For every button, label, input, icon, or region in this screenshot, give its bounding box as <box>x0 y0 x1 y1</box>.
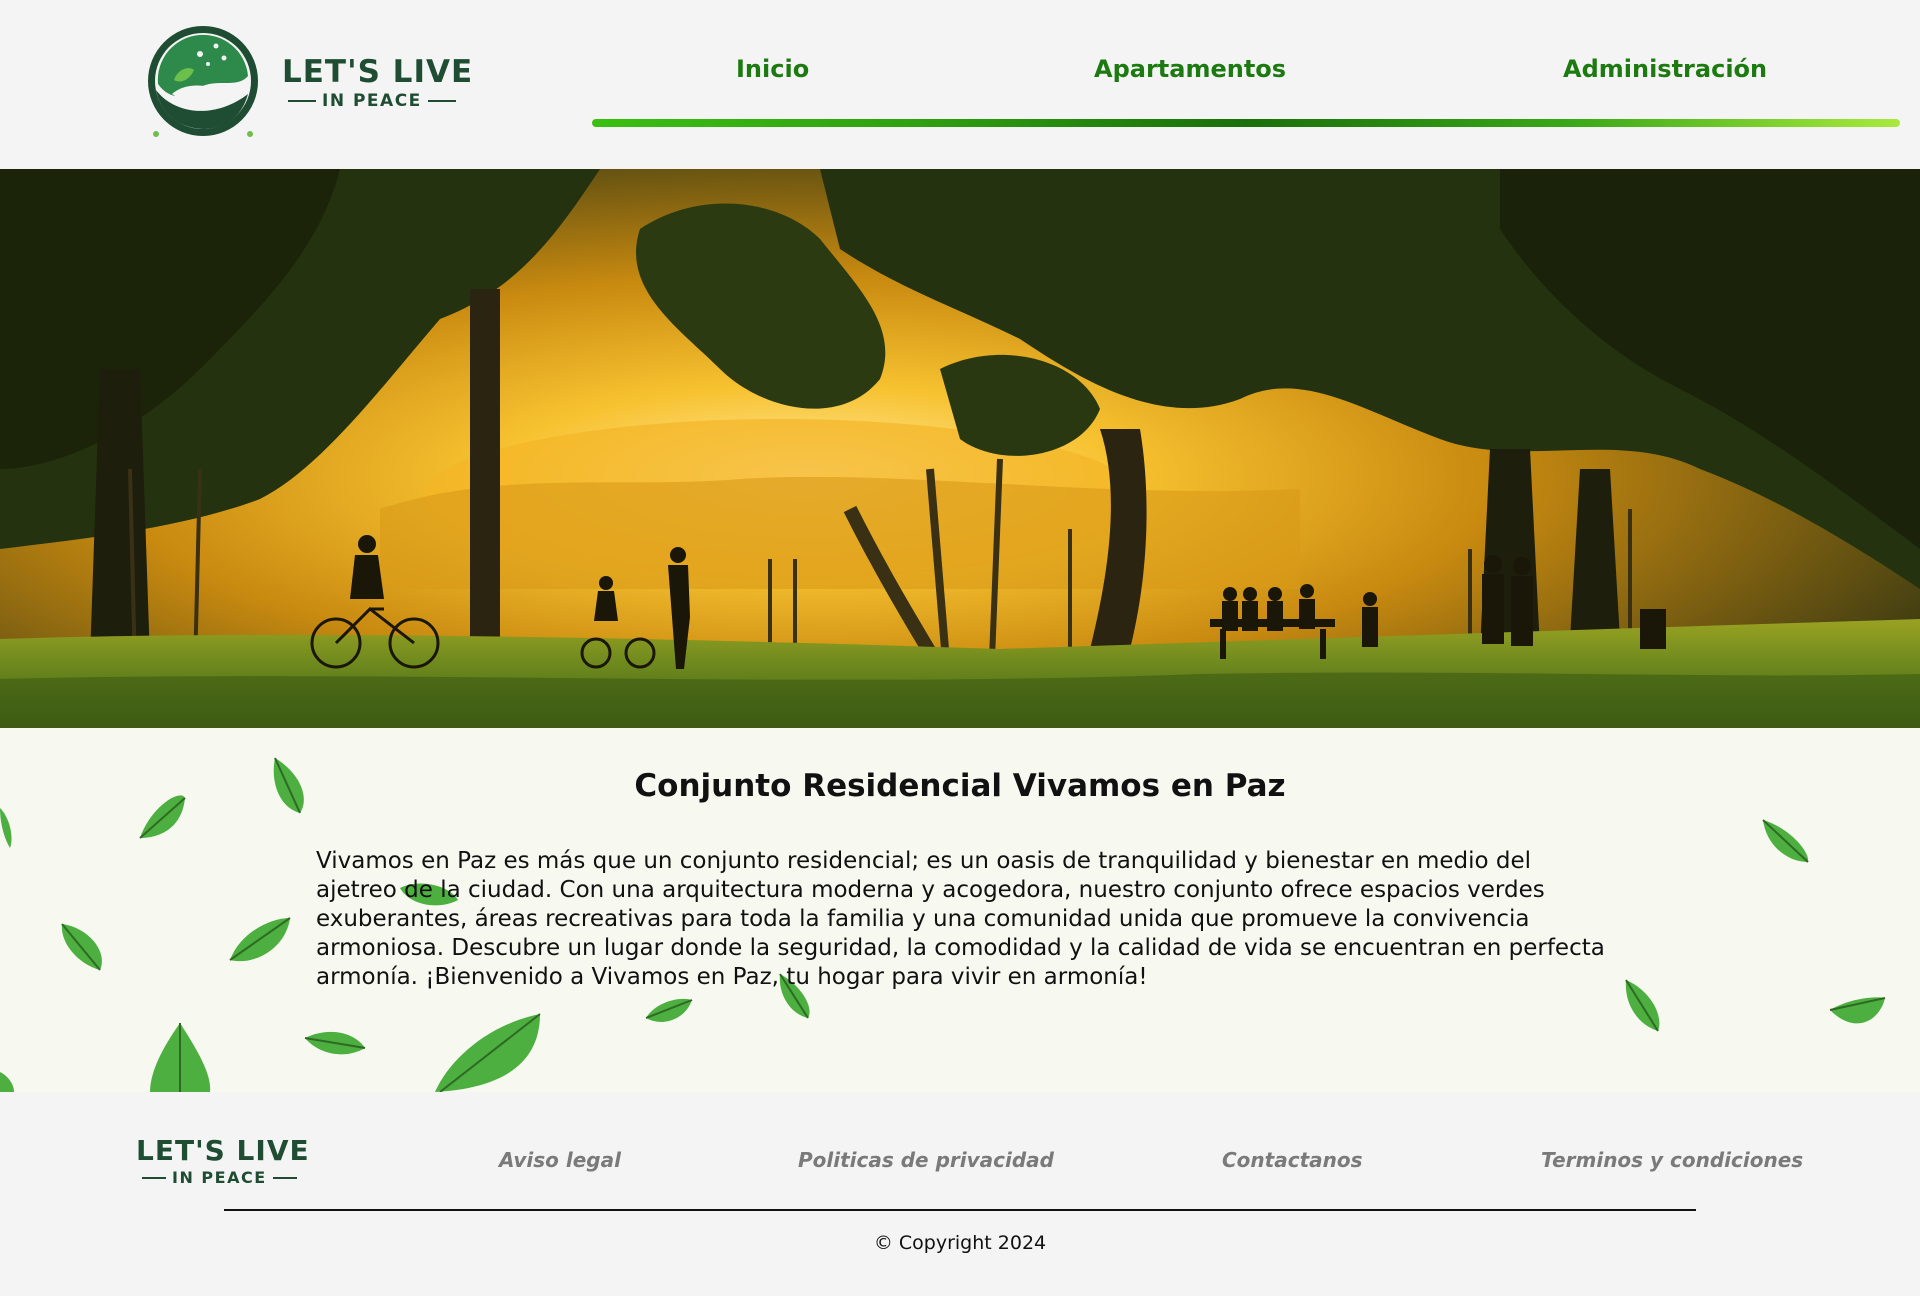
brand-line1: LET'S LIVE <box>282 54 474 90</box>
footer-link-contactanos[interactable]: Contactanos <box>1222 1148 1363 1172</box>
intro-section: Conjunto Residencial Vivamos en Paz Viva… <box>0 728 1920 1092</box>
footer-brand-line2: IN PEACE <box>172 1168 267 1187</box>
site-footer: LET'S LIVE IN PEACE Aviso legal Politica… <box>0 1092 1920 1296</box>
logo-badge-icon <box>148 26 258 137</box>
footer-brand-logo[interactable]: LET'S LIVE IN PEACE <box>136 1134 310 1188</box>
footer-link-terminos[interactable]: Terminos y condiciones <box>1541 1148 1803 1172</box>
hero-park-scene <box>0 169 1920 728</box>
brand-logo[interactable]: LET'S LIVE IN PEACE <box>144 24 473 142</box>
nav-item-inicio[interactable]: Inicio <box>736 55 809 83</box>
copyright-text: © Copyright 2024 <box>873 1232 1047 1254</box>
intro-paragraph: Vivamos en Paz es más que un conjunto re… <box>316 848 1605 990</box>
divider <box>288 100 316 102</box>
hero-image <box>0 169 1920 728</box>
nav-item-apartamentos[interactable]: Apartamentos <box>1094 55 1286 83</box>
divider <box>142 1176 166 1179</box>
footer-link-privacidad[interactable]: Politicas de privacidad <box>798 1148 1054 1172</box>
brand-wordmark: LET'S LIVE IN PEACE <box>282 55 473 111</box>
nav-item-administracion[interactable]: Administración <box>1563 55 1767 83</box>
divider <box>427 100 456 102</box>
nav-underline <box>592 119 1900 127</box>
footer-brand-line1: LET'S LIVE <box>136 1134 310 1167</box>
footer-divider <box>224 1209 1696 1211</box>
main-nav: Inicio Apartamentos Administración <box>592 55 1900 95</box>
brand-line2: IN PEACE <box>322 91 422 111</box>
brand-line2-wrap: IN PEACE <box>282 91 473 111</box>
site-header: LET'S LIVE IN PEACE Inicio Apartamentos … <box>0 0 1920 169</box>
divider <box>272 1176 297 1179</box>
page-title: Conjunto Residencial Vivamos en Paz <box>634 768 1286 804</box>
footer-link-aviso-legal[interactable]: Aviso legal <box>499 1148 621 1172</box>
footer-brand-line2-wrap: IN PEACE <box>136 1168 310 1187</box>
